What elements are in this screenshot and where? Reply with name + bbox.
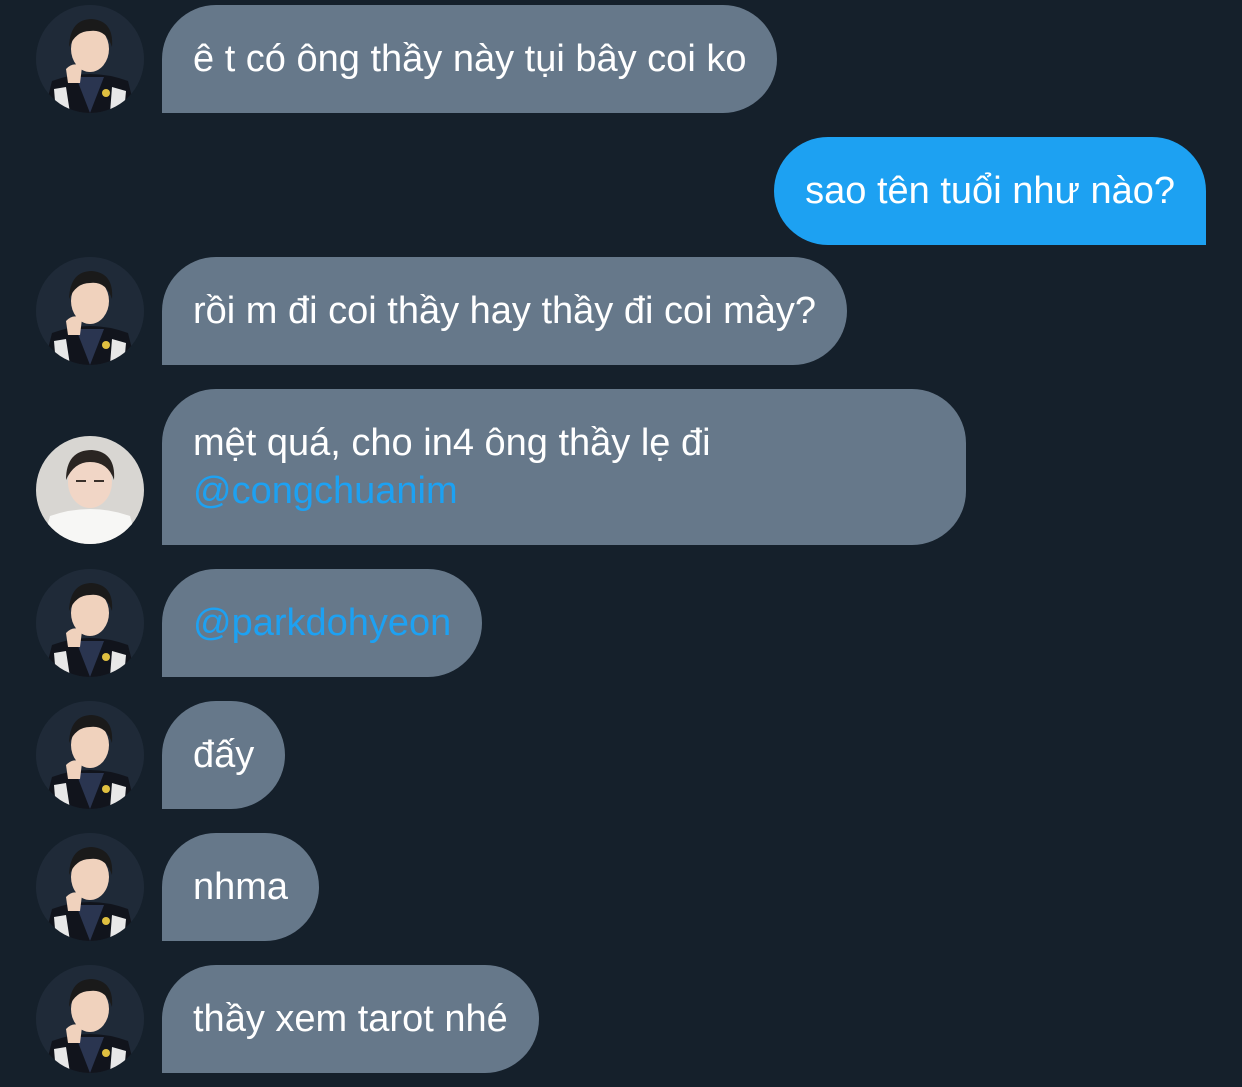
avatar-icon[interactable] [36,569,144,677]
message-bubble-incoming[interactable]: mệt quá, cho in4 ông thầy lẹ đi @congchu… [162,389,966,545]
avatar-icon[interactable] [36,436,144,544]
message-bubble-incoming[interactable]: ê t có ông thầy này tụi bây coi ko [162,5,778,113]
message-bubble-outgoing[interactable]: sao tên tuổi như nào? [774,137,1206,245]
message-bubble-incoming[interactable]: @parkdohyeon [162,569,483,677]
avatar-icon[interactable] [36,5,144,113]
message-bubble-incoming[interactable]: rồi m đi coi thầy hay thầy đi coi mày? [162,257,848,365]
message-text: nhma [193,866,289,908]
player-avatar-icon [36,257,144,365]
message-text: đấy [193,734,255,776]
mention-link[interactable]: @parkdohyeon [193,602,451,644]
avatar-icon[interactable] [36,965,144,1073]
mention-link[interactable]: @congchuanim [193,467,935,515]
player-avatar-icon [36,5,144,113]
player-avatar-icon [36,569,144,677]
player-avatar-icon [36,701,144,809]
message-bubble-incoming[interactable]: đấy [162,701,286,809]
message-bubble-incoming[interactable]: thầy xem tarot nhé [162,965,539,1073]
message-text: sao tên tuổi như nào? [805,170,1175,212]
white-shirt-avatar-icon [36,436,144,544]
avatar-icon[interactable] [36,257,144,365]
message-text: mệt quá, cho in4 ông thầy lẹ đi [193,422,711,464]
avatar-icon[interactable] [36,701,144,809]
avatar-icon[interactable] [36,833,144,941]
player-avatar-icon [36,833,144,941]
player-avatar-icon [36,965,144,1073]
message-text: ê t có ông thầy này tụi bây coi ko [193,38,747,80]
message-text: rồi m đi coi thầy hay thầy đi coi mày? [193,290,817,332]
message-text: thầy xem tarot nhé [193,998,508,1040]
message-bubble-incoming[interactable]: nhma [162,833,320,941]
